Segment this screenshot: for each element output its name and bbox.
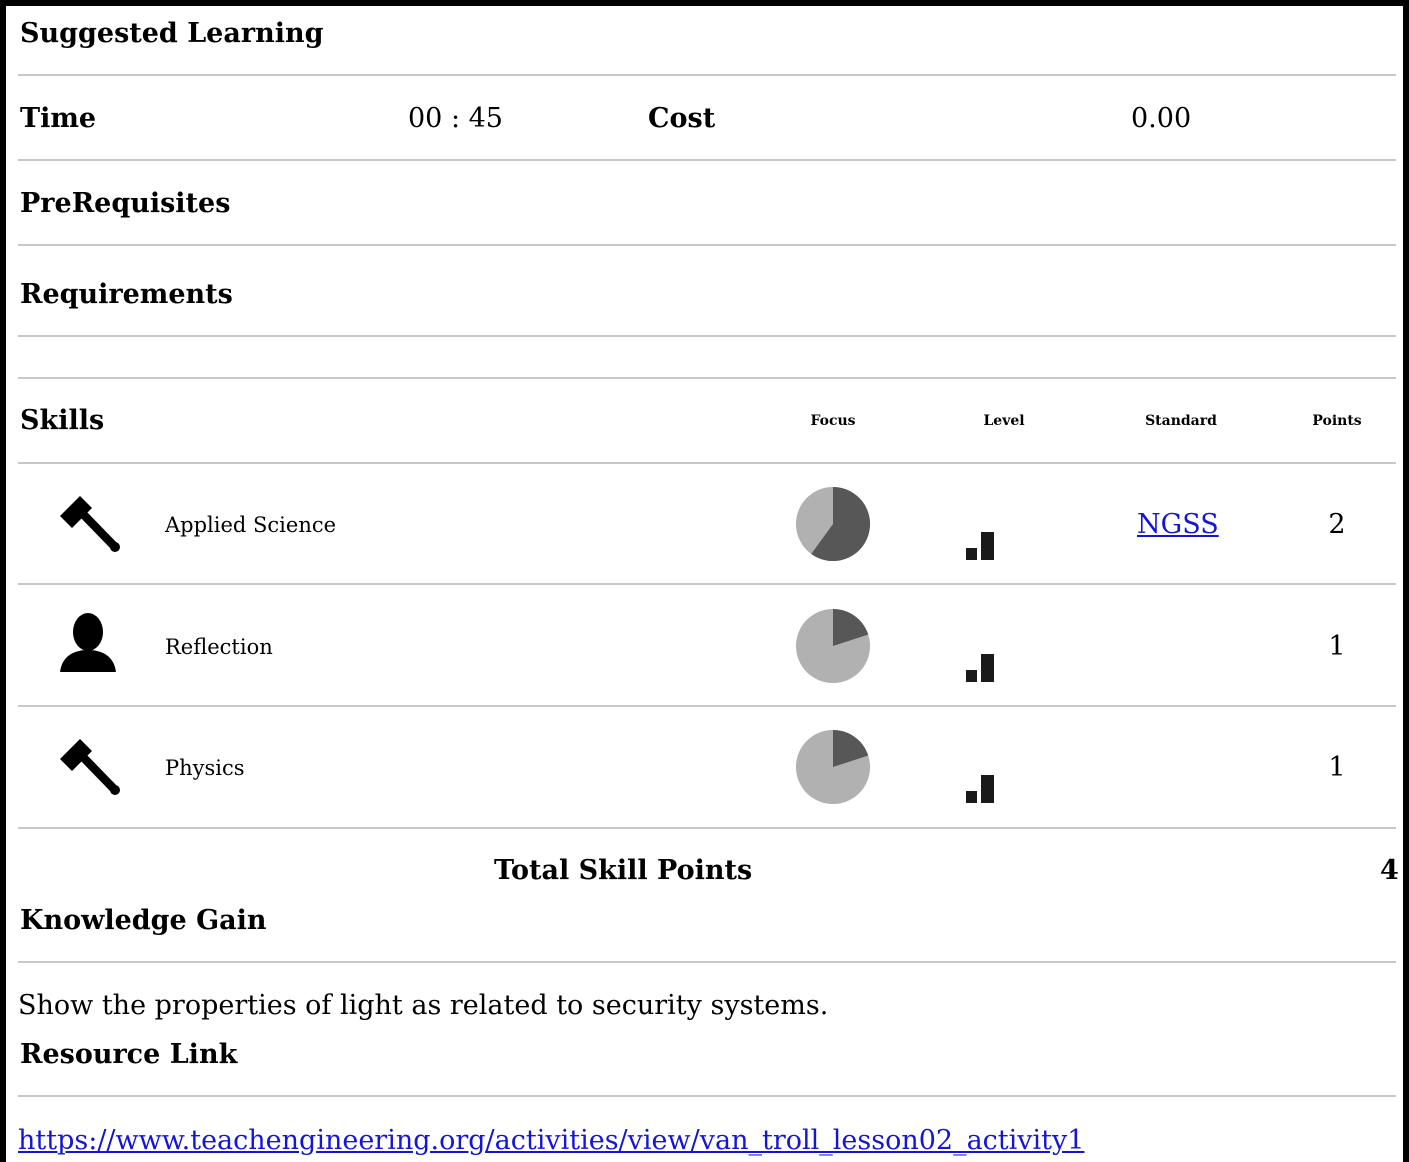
hammer-icon	[60, 496, 120, 552]
focus-pie-chart	[795, 608, 871, 684]
divider	[18, 159, 1396, 161]
cost-value: 0.00	[1131, 103, 1192, 134]
focus-pie-chart	[795, 729, 871, 805]
hammer-icon	[60, 739, 120, 795]
standard-link-ngss[interactable]: NGSS	[1137, 509, 1219, 540]
column-header-points: Points	[1312, 413, 1362, 429]
skill-name: Applied Science	[165, 513, 337, 537]
total-skill-points-value: 4	[1380, 855, 1399, 886]
skill-points: 1	[1328, 752, 1346, 783]
skill-name: Reflection	[165, 635, 273, 659]
page-frame	[0, 0, 1409, 1162]
cost-label: Cost	[648, 103, 716, 134]
section-title-requirements: Requirements	[20, 279, 233, 310]
person-icon	[60, 613, 116, 672]
divider	[18, 827, 1396, 829]
section-title-prerequisites: PreRequisites	[20, 188, 231, 219]
column-header-level: Level	[983, 413, 1025, 429]
level-bars-icon	[966, 532, 994, 560]
divider	[18, 705, 1396, 707]
resource-link[interactable]: https://www.teachengineering.org/activit…	[18, 1125, 1084, 1156]
divider	[18, 74, 1396, 76]
divider	[18, 462, 1396, 464]
section-title-suggested-learning: Suggested Learning	[20, 18, 324, 49]
level-bars-icon	[966, 775, 994, 803]
focus-pie-chart	[795, 486, 871, 562]
skill-points: 2	[1328, 509, 1346, 540]
column-header-standard: Standard	[1145, 413, 1217, 429]
time-label: Time	[20, 103, 97, 134]
divider	[18, 1095, 1396, 1097]
column-header-focus: Focus	[810, 413, 856, 429]
divider	[18, 244, 1396, 246]
section-title-skills: Skills	[20, 405, 105, 436]
level-bars-icon	[966, 654, 994, 682]
divider	[18, 377, 1396, 379]
divider	[18, 961, 1396, 963]
total-skill-points-label: Total Skill Points	[494, 855, 753, 886]
skill-points: 1	[1328, 631, 1346, 662]
divider	[18, 335, 1396, 337]
section-title-knowledge-gain: Knowledge Gain	[20, 905, 267, 936]
section-title-resource-link: Resource Link	[20, 1039, 238, 1070]
divider	[18, 583, 1396, 585]
knowledge-gain-text: Show the properties of light as related …	[18, 990, 829, 1021]
time-value: 00 : 45	[408, 103, 503, 134]
skill-name: Physics	[165, 756, 245, 780]
